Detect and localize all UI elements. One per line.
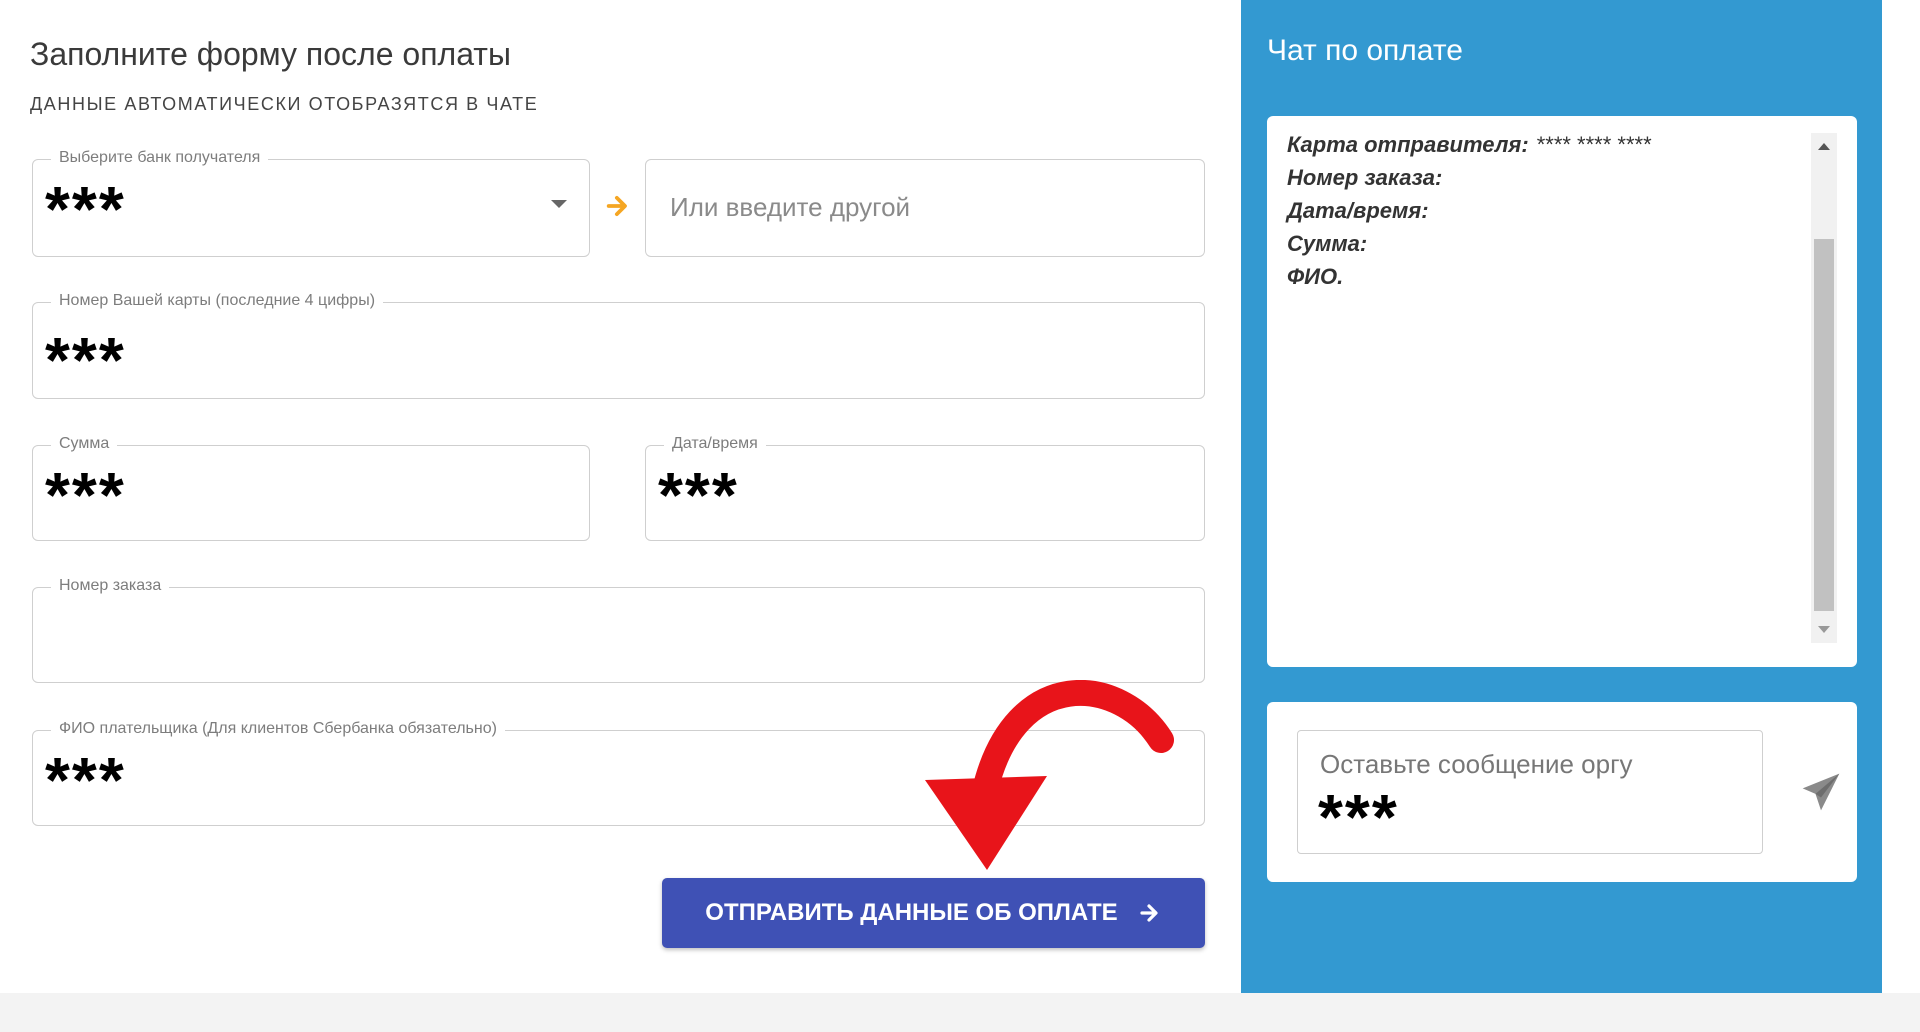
chat-title: Чат по оплате (1267, 34, 1463, 67)
message-composer: Оставьте сообщение оргу *** (1267, 702, 1857, 882)
form-subtitle: ДАННЫЕ АВТОМАТИЧЕСКИ ОТОБРАЗЯТСЯ В ЧАТЕ (30, 94, 539, 114)
scroll-down-icon[interactable] (1818, 626, 1830, 633)
submit-button-label: ОТПРАВИТЬ ДАННЫЕ ОБ ОПЛАТЕ (705, 899, 1118, 926)
other-bank-placeholder: Или введите другой (670, 192, 911, 222)
submit-payment-button[interactable]: ОТПРАВИТЬ ДАННЫЕ ОБ ОПЛАТЕ (662, 878, 1205, 948)
sender-card-label: Карта отправителя: (1287, 132, 1529, 157)
chat-line-amount: Сумма: (1287, 231, 1368, 256)
amount-field[interactable]: Сумма *** (32, 435, 590, 541)
scrollbar-thumb[interactable] (1814, 239, 1834, 611)
page-right-margin (1882, 0, 1920, 993)
payment-chat-panel: Чат по оплате Карта отправителя: **** ***… (1241, 0, 1882, 993)
order-number-label: Номер заказа (51, 577, 170, 595)
card-number-label: Номер Вашей карты (последние 4 цифры) (51, 292, 384, 310)
message-value: *** (1318, 781, 1399, 853)
chat-line-datetime: Дата/время: (1287, 198, 1429, 223)
bank-select-value: *** (45, 173, 126, 245)
page-bottom-margin (0, 993, 1920, 1032)
chat-line-order: Номер заказа: (1287, 165, 1443, 190)
chat-line-name: ФИО. (1287, 264, 1344, 289)
chat-line-sender-card: Карта отправителя: **** **** **** (1287, 128, 1652, 161)
bank-select-label: Выберите банк получателя (51, 149, 269, 167)
datetime-label: Дата/время (664, 435, 766, 453)
payment-form-panel: Заполните форму после оплаты ДАННЫЕ АВТО… (0, 0, 1241, 994)
amount-value: *** (45, 459, 126, 531)
chat-scrollbar[interactable] (1811, 133, 1837, 643)
arrow-right-icon (1140, 904, 1158, 922)
card-number-value: *** (45, 324, 126, 396)
sender-card-value: **** **** **** (1536, 132, 1652, 157)
chat-log[interactable]: Карта отправителя: **** **** **** Номер з… (1267, 116, 1857, 667)
curved-arrow-icon (925, 680, 1174, 870)
payer-name-label: ФИО плательщика (Для клиентов Сбербанка … (51, 720, 505, 738)
scroll-up-icon[interactable] (1818, 143, 1830, 150)
message-input[interactable]: Оставьте сообщение оргу *** (1297, 730, 1763, 854)
payer-name-value: *** (45, 744, 126, 816)
paper-plane-icon[interactable] (1799, 770, 1843, 814)
bank-select[interactable]: Выберите банк получателя *** (32, 149, 590, 257)
message-placeholder: Оставьте сообщение оргу (1320, 749, 1633, 779)
datetime-value: *** (658, 459, 739, 531)
datetime-field[interactable]: Дата/время *** (645, 435, 1205, 541)
chat-messages: Карта отправителя: **** **** **** Номер з… (1287, 128, 1652, 293)
order-number-field[interactable]: Номер заказа (32, 577, 1205, 683)
chevron-down-icon[interactable] (551, 200, 567, 208)
amount-label: Сумма (51, 435, 118, 453)
card-number-field[interactable]: Номер Вашей карты (последние 4 цифры) **… (32, 292, 1205, 399)
form-title: Заполните форму после оплаты (30, 36, 511, 72)
arrow-right-icon (606, 195, 627, 217)
other-bank-input[interactable]: Или введите другой (645, 159, 1205, 257)
